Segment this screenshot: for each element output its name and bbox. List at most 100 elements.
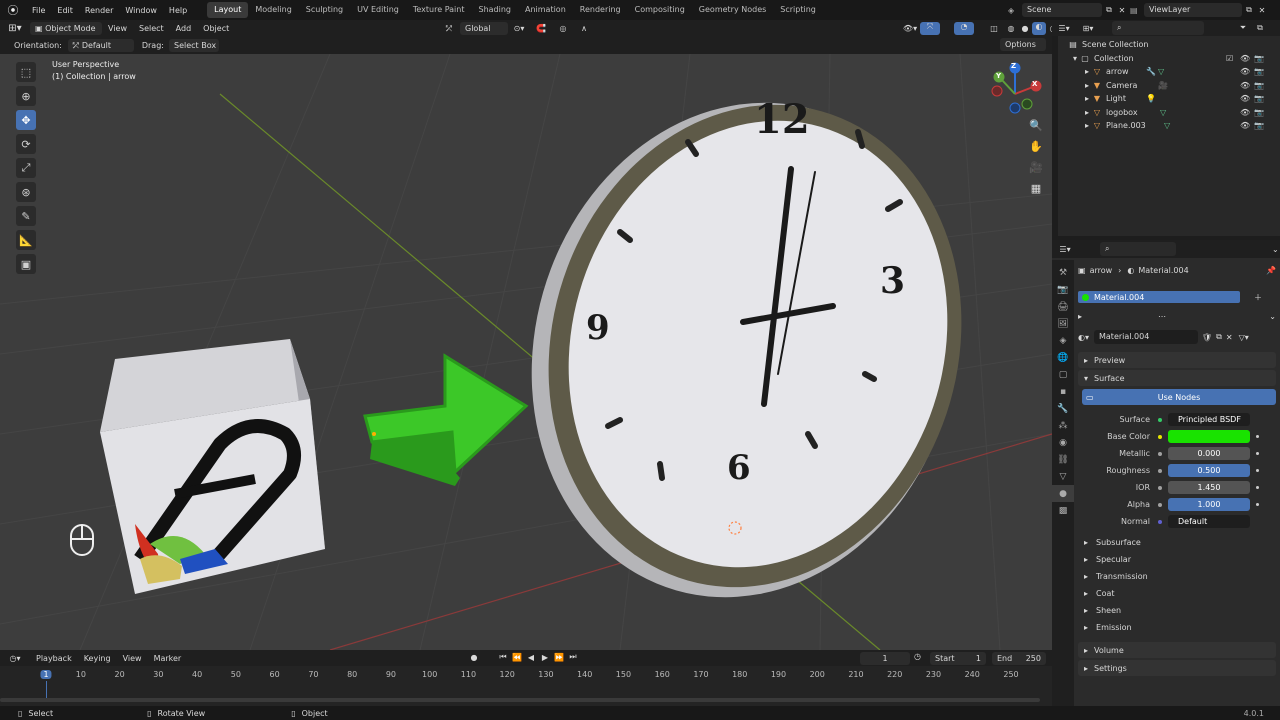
timeline-editor-icon[interactable]: ◷▾	[0, 654, 30, 663]
constraints-tab-icon[interactable]: ⛓	[1052, 451, 1074, 468]
particles-tab-icon[interactable]: ⁂	[1052, 417, 1074, 434]
coat-panel[interactable]: ▸ Coat	[1078, 585, 1276, 602]
eye-icon[interactable]: 👁	[1240, 108, 1250, 117]
outliner-collection[interactable]: ▾ ▢ Collection ☑ 👁 📷	[1058, 52, 1280, 66]
camera-render-icon[interactable]: 📷	[1254, 81, 1264, 90]
select-box-tool[interactable]: ⬚	[16, 62, 36, 82]
field-value[interactable]: 0.000	[1168, 447, 1250, 460]
field-value[interactable]: 1.450	[1168, 481, 1250, 494]
close-icon[interactable]: ✕	[1256, 6, 1268, 15]
chevron-down-icon[interactable]: ⌄	[1269, 312, 1276, 321]
keyframe-dot-icon[interactable]	[1256, 469, 1259, 472]
arrow-object[interactable]	[363, 353, 529, 486]
eye-icon[interactable]: 👁	[1240, 67, 1250, 76]
snap-icon[interactable]: 🧲	[530, 24, 552, 33]
eye-icon[interactable]: 👁	[1240, 121, 1250, 130]
next-keyframe-icon[interactable]: ⏩	[552, 653, 566, 662]
rotate-tool[interactable]: ⟳	[16, 134, 36, 154]
tab-shading[interactable]: Shading	[471, 2, 518, 18]
close-icon[interactable]: ✕	[1116, 6, 1128, 15]
playhead-marker[interactable]: 1	[40, 670, 52, 679]
overlay-toggle-icon[interactable]: ◔	[954, 22, 974, 35]
grid-perspective-icon[interactable]: ▦	[1027, 179, 1045, 197]
menu-playback[interactable]: Playback	[30, 654, 78, 663]
xray-icon[interactable]: ◫	[984, 24, 1004, 33]
fake-user-icon[interactable]: 🛡	[1202, 333, 1212, 342]
transmission-panel[interactable]: ▸ Transmission	[1078, 568, 1276, 585]
jump-start-icon[interactable]: ⏮	[496, 652, 510, 662]
pan-hand-icon[interactable]: ✋	[1027, 137, 1045, 155]
stopwatch-icon[interactable]: ◷	[914, 652, 921, 661]
mode-dropdown[interactable]: ▣ Object Mode	[30, 21, 102, 35]
menu-edit[interactable]: Edit	[51, 6, 79, 15]
visibility-icon[interactable]: 👁▾	[900, 24, 920, 33]
scale-tool[interactable]: ⤢	[16, 158, 36, 178]
surface-panel[interactable]: ▾ Surface	[1078, 370, 1276, 386]
proportional-edit-icon[interactable]: ◎	[552, 24, 574, 33]
socket-icon[interactable]	[1158, 519, 1162, 524]
field-value[interactable]: 1.000	[1168, 498, 1250, 511]
new-collection-icon[interactable]: ⧉	[1252, 23, 1268, 33]
output-tab-icon[interactable]: 🖨	[1052, 298, 1074, 315]
tab-modeling[interactable]: Modeling	[248, 2, 298, 18]
menu-render[interactable]: Render	[79, 6, 119, 15]
menu-object[interactable]: Object	[197, 24, 235, 33]
eye-icon[interactable]: 👁	[1240, 54, 1250, 63]
zoom-icon[interactable]: 🔍	[1027, 116, 1045, 134]
socket-icon[interactable]	[1158, 485, 1162, 490]
material-name-field[interactable]: Material.004	[1094, 330, 1198, 344]
properties-editor-icon[interactable]: ☰▾	[1052, 245, 1078, 254]
annotate-tool[interactable]: ✎	[16, 206, 36, 226]
checkbox-icon[interactable]: ☑	[1226, 54, 1233, 63]
tab-scripting[interactable]: Scripting	[773, 2, 823, 18]
solid-shading-icon[interactable]: ●	[1018, 24, 1032, 33]
duplicate-icon[interactable]: ⧉	[1216, 332, 1222, 342]
move-tool[interactable]: ✥	[16, 110, 36, 130]
camera-render-icon[interactable]: 📷	[1254, 108, 1264, 117]
material-slot-item[interactable]: Material.004	[1078, 291, 1240, 303]
sheen-panel[interactable]: ▸ Sheen	[1078, 602, 1276, 619]
outliner-search-input[interactable]: ⌕	[1112, 21, 1204, 35]
socket-icon[interactable]	[1158, 502, 1162, 507]
pivot-icon[interactable]: ⊙▾	[508, 24, 530, 33]
outliner-item-arrow[interactable]: ▸ ▽ arrow 🔧 ▽ 👁 📷	[1058, 65, 1280, 79]
menu-add[interactable]: Add	[170, 24, 198, 33]
transform-orientation-dropdown[interactable]: Global	[460, 22, 508, 35]
tab-geometry-nodes[interactable]: Geometry Nodes	[692, 2, 773, 18]
chevron-down-icon[interactable]: ⌄	[1272, 245, 1279, 254]
blender-logo-icon[interactable]: ⦿	[0, 2, 26, 18]
socket-icon[interactable]	[1158, 468, 1162, 473]
socket-icon[interactable]	[1158, 434, 1162, 439]
render-tab-icon[interactable]: 📷	[1052, 281, 1074, 298]
prev-keyframe-icon[interactable]: ⏪	[510, 653, 524, 662]
current-frame-field[interactable]: 1	[860, 652, 910, 665]
expand-icon[interactable]: ▾	[1070, 54, 1080, 63]
link-mode-icon[interactable]: ▽▾	[1239, 333, 1249, 342]
menu-select[interactable]: Select	[133, 24, 170, 33]
camera-render-icon[interactable]: 📷	[1254, 121, 1264, 130]
menu-help[interactable]: Help	[163, 6, 193, 15]
outliner-item-light[interactable]: ▸ ▼ Light 💡 👁 📷	[1058, 92, 1280, 106]
eye-icon[interactable]: 👁	[1240, 81, 1250, 90]
outliner-item-plane[interactable]: ▸ ▽ Plane.003 ▽ 👁 📷	[1058, 119, 1280, 133]
material-browse-icon[interactable]: ◐▾	[1078, 333, 1094, 342]
material-tab-icon[interactable]: ●	[1052, 485, 1074, 502]
outliner-editor-icon[interactable]: ☰▾	[1052, 24, 1076, 33]
add-slot-icon[interactable]: ＋	[1254, 292, 1262, 303]
drag-dropdown[interactable]: Select Box	[168, 38, 219, 52]
volume-panel[interactable]: ▸ Volume	[1078, 642, 1276, 658]
world-tab-icon[interactable]: 🌐	[1052, 349, 1074, 366]
tool-tab-icon[interactable]: ⚒	[1052, 264, 1074, 281]
cursor-tool[interactable]: ⊕	[16, 86, 36, 106]
copy-icon[interactable]: ⧉	[1242, 5, 1256, 15]
tab-sculpting[interactable]: Sculpting	[299, 2, 350, 18]
field-value[interactable]: 0.500	[1168, 464, 1250, 477]
jump-end-icon[interactable]: ⏭	[566, 652, 580, 662]
collection-tab-icon[interactable]: ▢	[1052, 366, 1074, 383]
end-frame-field[interactable]: End 250	[992, 652, 1046, 665]
properties-search-input[interactable]: ⌕	[1100, 242, 1176, 256]
menu-view[interactable]: View	[102, 24, 133, 33]
expand-icon[interactable]: ▸	[1082, 67, 1092, 76]
eye-icon[interactable]: 👁	[1240, 94, 1250, 103]
tab-compositing[interactable]: Compositing	[628, 2, 692, 18]
